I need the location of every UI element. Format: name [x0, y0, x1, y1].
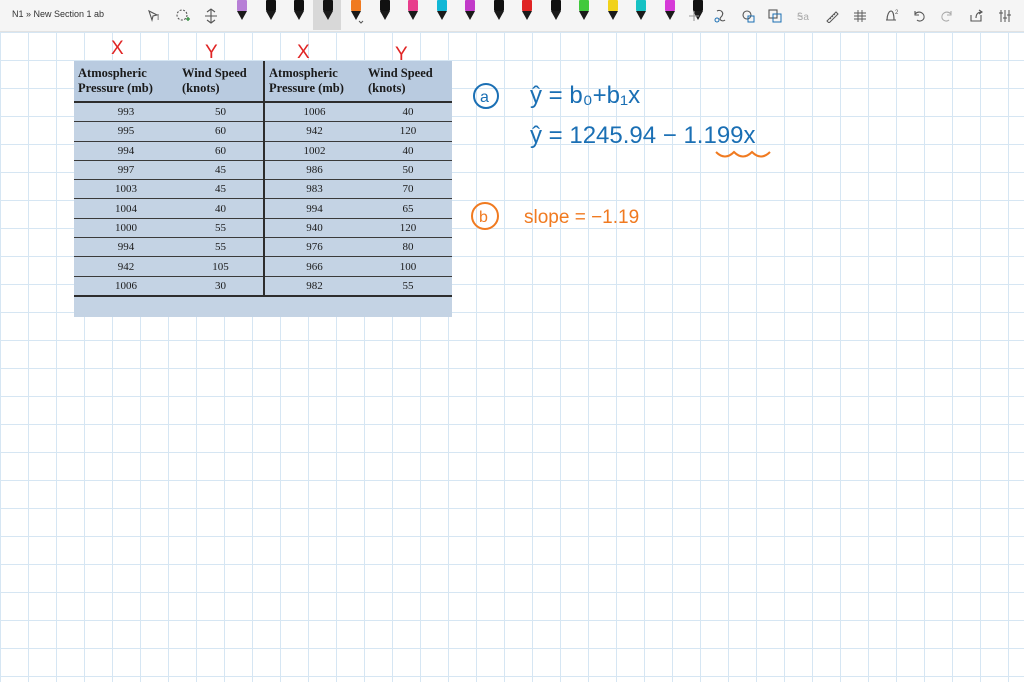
column-mark-x2: X — [297, 42, 310, 63]
part-b-answer: b slope = −1.19 — [471, 202, 639, 230]
part-a-answer: a ŷ = b₀+b₁x ŷ = 1245.94 − 1.199x — [473, 82, 771, 158]
part-a-label: a — [480, 89, 489, 106]
ink-annotations: X Y X Y a ŷ = b₀+b₁x ŷ = 1245.94 − 1.199… — [111, 38, 771, 230]
regression-equation-fitted: ŷ = 1245.94 − 1.199x — [530, 122, 756, 149]
slope-underline — [715, 150, 771, 158]
column-mark-y2: Y — [395, 44, 408, 65]
regression-equation-general: ŷ = b₀+b₁x — [530, 82, 640, 109]
column-mark-y1: Y — [205, 42, 218, 63]
part-b-label: b — [479, 209, 488, 226]
column-mark-x1: X — [111, 38, 124, 59]
slope-answer: slope = −1.19 — [524, 207, 639, 228]
